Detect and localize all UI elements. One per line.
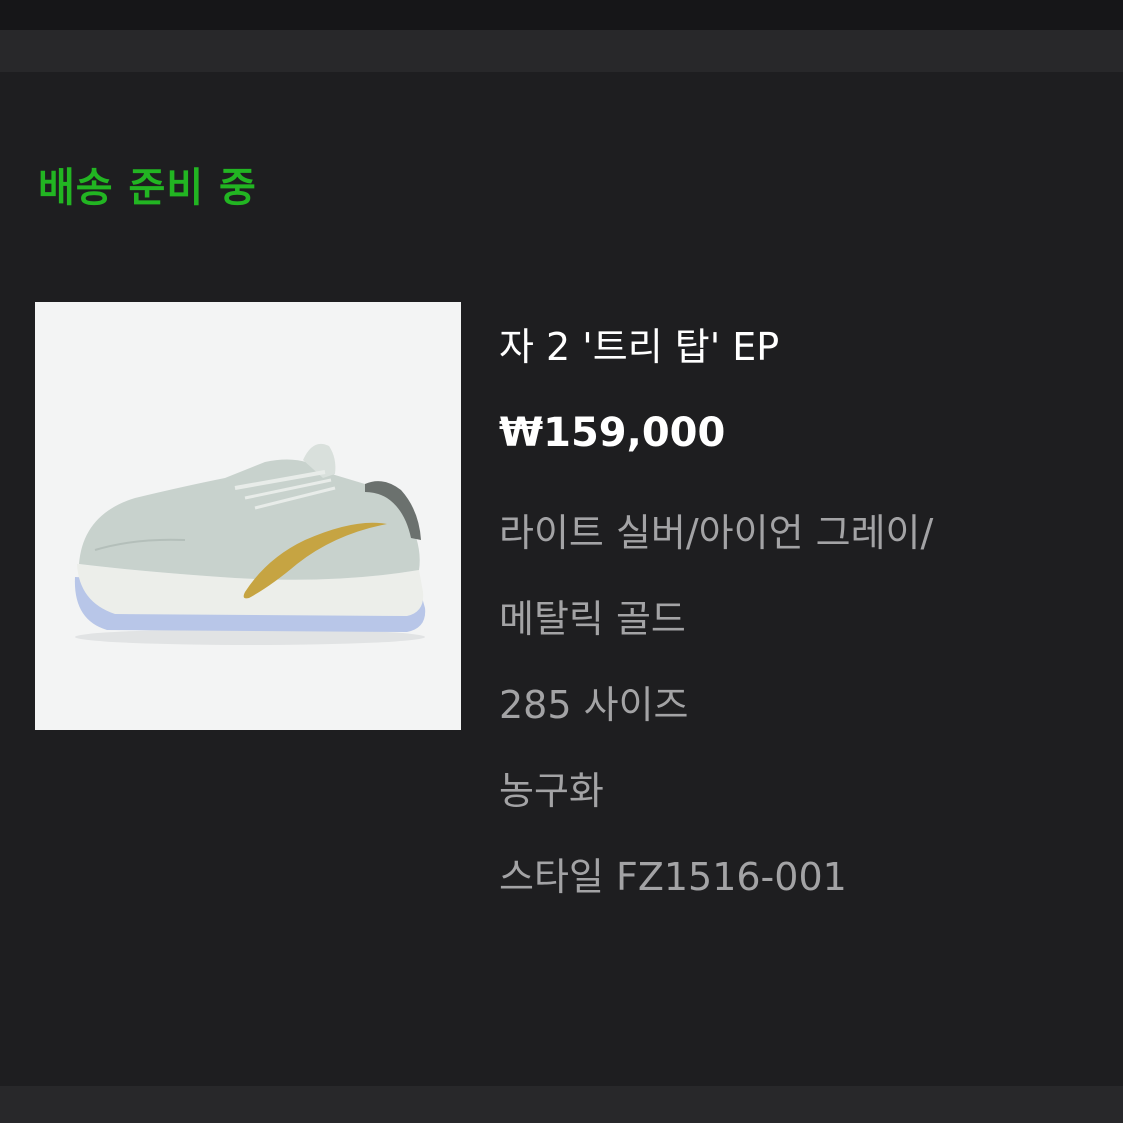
top-bar [0,30,1123,72]
category-label: 농구화 [499,769,604,813]
color-line-1: 라이트 실버/아이언 그레이/ [499,511,934,555]
color-line-2: 메탈릭 골드 [499,597,686,641]
product-details: 라이트 실버/아이언 그레이/ 메탈릭 골드 285 사이즈 농구화 스타일 F… [499,490,1099,920]
style-code: 스타일 FZ1516-001 [499,855,847,899]
product-price: ₩159,000 [499,410,726,456]
product-name[interactable]: 자 2 '트리 탑' EP [499,318,1099,376]
sneaker-icon [74,443,426,645]
bottom-bar [0,1086,1123,1123]
product-image[interactable] [35,302,461,730]
product-info: 자 2 '트리 탑' EP ₩159,000 라이트 실버/아이언 그레이/ 메… [499,318,1099,920]
order-status: 배송 준비 중 [38,165,257,211]
top-strip [0,0,1123,30]
size-label: 285 사이즈 [499,683,689,727]
